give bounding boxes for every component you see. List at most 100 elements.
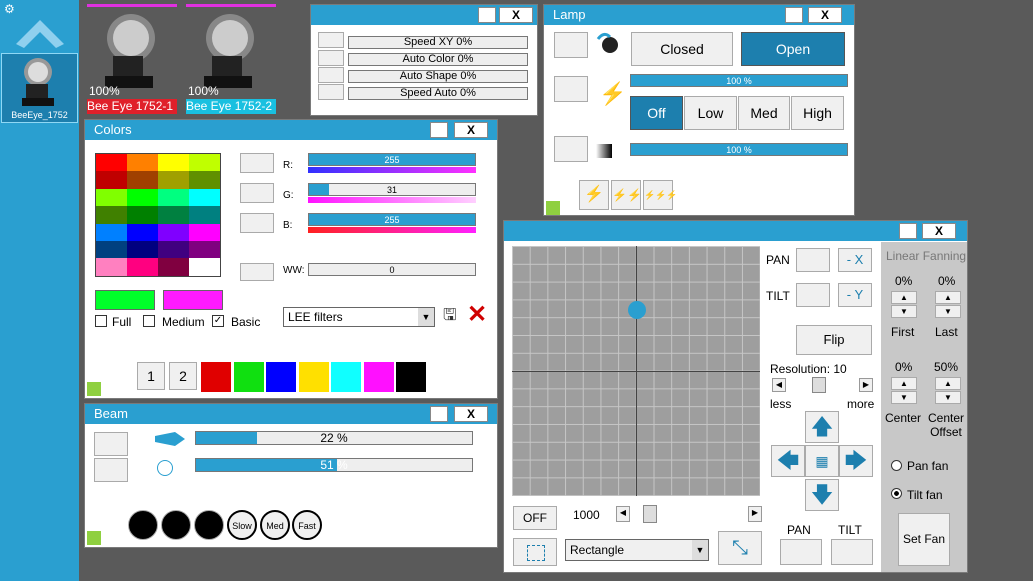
dial-2-button[interactable]	[161, 510, 191, 540]
palette-swatch[interactable]	[158, 258, 189, 276]
quick-color-swatch[interactable]	[298, 362, 329, 392]
page-2-button[interactable]: 2	[169, 362, 197, 390]
swap-button[interactable]: ⤡	[718, 531, 762, 565]
close-button[interactable]: X	[454, 406, 488, 422]
palette-swatch[interactable]	[158, 188, 189, 207]
lamp-gradient-button[interactable]	[554, 136, 588, 162]
resolution-slider[interactable]	[812, 377, 826, 393]
palette-swatch[interactable]	[96, 206, 127, 224]
neg-x-button[interactable]: - X	[838, 248, 872, 272]
auto-shape-bar[interactable]: Auto Shape 0%	[348, 70, 528, 83]
palette-swatch[interactable]	[127, 241, 158, 259]
first-up-button[interactable]: ▲	[891, 291, 917, 304]
strobe-1-button[interactable]: ⚡	[579, 180, 609, 210]
palette-swatch[interactable]	[96, 223, 127, 241]
flip-button[interactable]: Flip	[796, 325, 872, 355]
left-arrow-button[interactable]: 🡄	[771, 445, 805, 477]
center-up-button[interactable]: ▲	[891, 377, 917, 390]
speed-slider[interactable]	[643, 505, 657, 523]
speed-left-button[interactable]: ◀	[616, 506, 630, 522]
red-button[interactable]	[240, 153, 274, 173]
palette-swatch[interactable]	[96, 188, 127, 207]
pan-lock-button[interactable]	[796, 248, 830, 272]
lamp-intensity-bar[interactable]: 100 %	[630, 143, 848, 156]
quick-color-swatch[interactable]	[363, 362, 394, 392]
close-button[interactable]: X	[454, 122, 488, 138]
palette-swatch[interactable]	[189, 258, 220, 276]
collapse-up-icon[interactable]	[16, 12, 64, 48]
palette-swatch[interactable]	[127, 206, 158, 224]
add-icon[interactable]	[546, 201, 560, 215]
closed-button[interactable]: Closed	[631, 32, 733, 66]
pan-tilt-grid[interactable]	[512, 246, 760, 496]
resolution-left-button[interactable]: ◀	[772, 378, 786, 392]
right-arrow-button[interactable]: 🡆	[839, 445, 873, 477]
zoom-button[interactable]	[94, 432, 128, 456]
palette-swatch[interactable]	[189, 206, 220, 224]
palette-swatch[interactable]	[96, 154, 127, 172]
blue-button[interactable]	[240, 213, 274, 233]
speed-fast-button[interactable]: Fast	[292, 510, 322, 540]
ww-button[interactable]	[240, 263, 274, 281]
green-button[interactable]	[240, 183, 274, 203]
palette-swatch[interactable]	[158, 171, 189, 189]
lock-icon[interactable]	[785, 7, 803, 23]
lock-icon[interactable]	[478, 7, 496, 23]
lamp-power-button[interactable]	[554, 76, 588, 102]
palette-swatch[interactable]	[189, 241, 220, 259]
close-button[interactable]: X	[499, 7, 533, 23]
palette-swatch[interactable]	[96, 258, 127, 276]
set-fan-button[interactable]: Set Fan	[898, 513, 950, 566]
add-icon[interactable]	[87, 531, 101, 545]
palette-swatch[interactable]	[96, 171, 127, 189]
speed-slow-button[interactable]: Slow	[227, 510, 257, 540]
close-button[interactable]: X	[808, 7, 842, 23]
offset-up-button[interactable]: ▲	[935, 377, 961, 390]
iris-button[interactable]	[94, 458, 128, 482]
strobe-2-button[interactable]: ⚡⚡	[611, 180, 642, 210]
dial-1-button[interactable]	[128, 510, 158, 540]
speed-auto-bar[interactable]: Speed Auto 0%	[348, 87, 528, 100]
palette-swatch[interactable]	[189, 223, 220, 241]
resolution-right-button[interactable]: ▶	[859, 378, 873, 392]
palette-swatch[interactable]	[127, 154, 158, 172]
green-bar[interactable]: 31	[308, 183, 476, 196]
save-icon[interactable]: 🖫	[443, 307, 459, 325]
down-arrow-button[interactable]: 🡇	[805, 479, 839, 511]
palette-swatch[interactable]	[158, 241, 189, 259]
tilt-lock-button[interactable]	[796, 283, 830, 307]
offset-down-button[interactable]: ▼	[935, 391, 961, 404]
palette-swatch[interactable]	[189, 154, 220, 172]
gear-icon[interactable]: ⚙	[4, 3, 16, 15]
palette-swatch[interactable]	[158, 154, 189, 172]
page-1-button[interactable]: 1	[137, 362, 165, 390]
palette-swatch[interactable]	[189, 188, 220, 207]
last-down-button[interactable]: ▼	[935, 305, 961, 318]
iris-bar[interactable]: 51 %	[195, 458, 473, 472]
palette-swatch[interactable]	[158, 223, 189, 241]
level-off-button[interactable]: Off	[630, 96, 683, 130]
full-checkbox[interactable]	[95, 315, 107, 327]
quick-color-swatch[interactable]	[233, 362, 264, 392]
lamp-shutter-button[interactable]	[554, 32, 588, 58]
lock-icon[interactable]	[430, 406, 448, 422]
first-down-button[interactable]: ▼	[891, 305, 917, 318]
add-icon[interactable]	[87, 382, 101, 396]
up-arrow-button[interactable]: 🡅	[805, 411, 839, 443]
close-button[interactable]: X	[922, 223, 956, 239]
speed-right-button[interactable]: ▶	[748, 506, 762, 522]
blue-bar[interactable]: 255	[308, 213, 476, 226]
pan-button[interactable]	[780, 539, 822, 565]
off-button[interactable]: OFF	[513, 506, 557, 530]
quick-color-swatch[interactable]	[331, 362, 361, 392]
lamp-dimmer-bar[interactable]: 100 %	[630, 74, 848, 87]
tilt-button[interactable]	[831, 539, 873, 565]
level-med-button[interactable]: Med	[738, 96, 790, 130]
auto-color-bar[interactable]: Auto Color 0%	[348, 53, 528, 66]
fixture-card-1[interactable]: 100% Bee Eye 1752-1	[87, 4, 179, 116]
zoom-bar[interactable]: 22 %	[195, 431, 473, 445]
chevron-down-icon[interactable]: ▼	[692, 540, 708, 560]
chevron-down-icon[interactable]: ▼	[418, 308, 434, 326]
center-button[interactable]: ▦	[805, 445, 839, 477]
filter-select[interactable]: LEE filters ▼	[283, 307, 435, 327]
